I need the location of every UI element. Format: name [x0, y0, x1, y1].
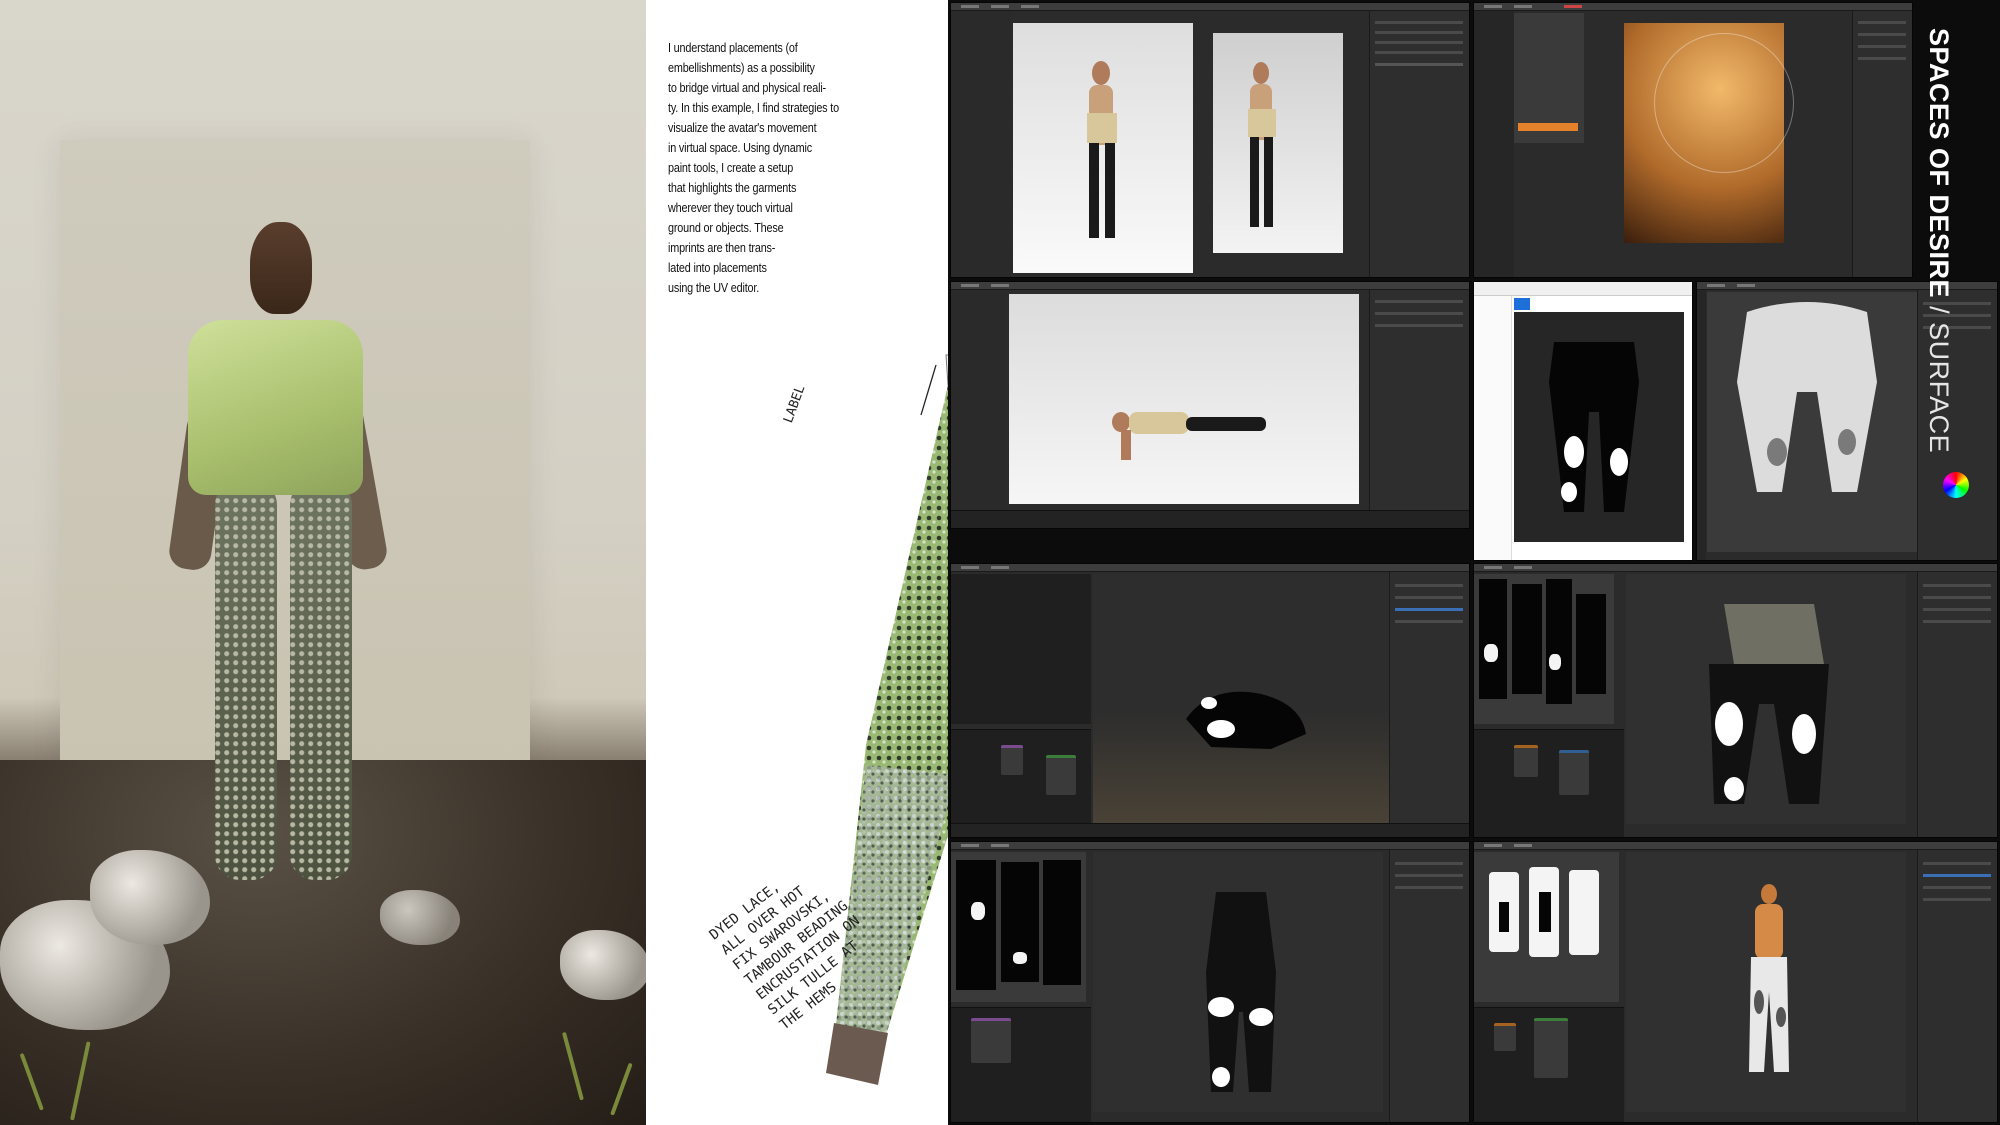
- color-wheel[interactable]: [1943, 472, 1969, 498]
- uv-island: [1512, 584, 1542, 694]
- blender-uv-editor-window-1: [1473, 563, 1998, 838]
- library-panel: [951, 290, 1006, 528]
- node-editor: [951, 1007, 1091, 1122]
- shader-node: [1046, 755, 1076, 795]
- paint-imprint: [1484, 644, 1498, 662]
- clo3d-window-front: [950, 2, 1470, 278]
- paragraph-line: that highlights the garments: [668, 181, 797, 195]
- modifier-properties: [1389, 572, 1469, 837]
- model-head: [250, 222, 312, 314]
- editorial-photo: [0, 0, 646, 1125]
- material-properties: [1917, 572, 1997, 837]
- image-editor-panel: [951, 574, 1091, 724]
- object-browser: [1369, 290, 1469, 528]
- paragraph-line: ty. In this example, I find strategies t…: [668, 101, 839, 115]
- viewer-titlebar: [1474, 282, 1692, 296]
- paragraph-line: lated into placements: [668, 261, 767, 275]
- sketch-panel: I understand placements (of embellishmen…: [646, 0, 948, 1125]
- toolbar: [1697, 290, 1706, 560]
- uv-island: [1043, 860, 1081, 985]
- title-sub: / SURFACE: [1924, 298, 1954, 454]
- textured-avatar: [1749, 884, 1789, 1072]
- shader-node: [1001, 745, 1023, 775]
- timeline: [951, 823, 1469, 837]
- painted-trouser-model: [1709, 604, 1829, 804]
- hem-left: [826, 1023, 888, 1085]
- library-panel: [951, 11, 1011, 277]
- uv-island-white: [1569, 870, 1599, 955]
- node-editor: [951, 729, 1091, 837]
- embellished-trouser-leg: [290, 480, 352, 880]
- menu-bar: [1474, 3, 1912, 11]
- shader-node: [1514, 745, 1538, 777]
- paint-imprint: [971, 902, 985, 920]
- menu-bar: [951, 842, 1469, 850]
- shader-node: [1494, 1023, 1516, 1051]
- paragraph-line: using the UV editor.: [668, 281, 760, 295]
- software-screenshot-collage: [948, 0, 2000, 1125]
- avatar-figures: [1087, 61, 1276, 238]
- label-arrow: [920, 364, 937, 416]
- menu-bar: [951, 564, 1469, 572]
- title-main: SPACES OF DESIRE: [1924, 28, 1954, 299]
- uv-island: [1546, 579, 1572, 704]
- menu-bar: [951, 282, 1469, 290]
- shader-node: [1559, 750, 1589, 795]
- menu-bar: [951, 3, 1469, 11]
- uv-island: [1479, 579, 1507, 699]
- render-properties: [1852, 11, 1912, 277]
- uv-island: [1001, 862, 1039, 982]
- uv-trouser-map: [1549, 342, 1639, 512]
- painted-outfit-model: [1206, 892, 1276, 1092]
- menu-bar: [1474, 564, 1997, 572]
- paragraph-line: wherever they touch virtual: [668, 201, 793, 215]
- green-jacket: [188, 320, 363, 495]
- rock: [560, 930, 646, 1000]
- object-properties: [1917, 850, 1997, 1122]
- object-properties: [1389, 850, 1469, 1122]
- beaded-hem-left: [836, 765, 948, 1035]
- uv-island: [1499, 902, 1509, 932]
- painted-avatar: [1186, 691, 1306, 749]
- node-editor: [1474, 729, 1624, 837]
- blender-dynamic-paint-window: [950, 563, 1470, 838]
- paragraph-line: embellishments) as a possibility: [668, 61, 815, 75]
- paragraph-line: paint tools, I create a setup: [668, 161, 794, 175]
- paragraph-line: to bridge virtual and physical reali-: [668, 81, 826, 95]
- object-browser: [1369, 11, 1469, 277]
- blender-uv-editor-window-3: [1473, 841, 1998, 1123]
- uv-island: [1539, 892, 1551, 932]
- shader-node: [1534, 1018, 1568, 1078]
- viewer-toolbar-button[interactable]: [1514, 298, 1530, 310]
- blender-render-window: [1473, 2, 1913, 278]
- animation-editor: [951, 510, 1469, 528]
- outliner-panel: [1474, 11, 1514, 277]
- paragraph-line: imprints are then trans-: [668, 241, 776, 255]
- folder-tree: [1474, 296, 1512, 560]
- node-editor: [1474, 1007, 1624, 1122]
- uv-island: [956, 860, 996, 990]
- menu-bar: [1474, 842, 1997, 850]
- blender-uv-editor-window-2: [950, 841, 1470, 1123]
- paragraph-line: visualize the avatar's movement: [668, 121, 817, 135]
- uv-island: [1576, 594, 1606, 694]
- page-title: SPACES OF DESIRE / SURFACE: [1924, 28, 1964, 453]
- shader-node: [971, 1018, 1011, 1063]
- properties-highlight: [1518, 123, 1578, 131]
- paragraph-line: in virtual space. Using dynamic: [668, 141, 812, 155]
- paint-imprint: [1549, 654, 1561, 670]
- embellished-trouser-leg: [215, 480, 277, 880]
- description-paragraph: I understand placements (of embellishmen…: [668, 38, 868, 298]
- paragraph-line: I understand placements (of: [668, 41, 798, 55]
- clo3d-window-crawl: [950, 281, 1470, 529]
- white-trouser-mesh: [1737, 302, 1877, 492]
- crawling-avatar: [1112, 412, 1266, 460]
- texture-image-viewer: [1473, 281, 1693, 561]
- paint-imprint: [1013, 952, 1027, 964]
- paragraph-line: ground or objects. These: [668, 221, 784, 235]
- camera-frame-circle: [1654, 33, 1794, 173]
